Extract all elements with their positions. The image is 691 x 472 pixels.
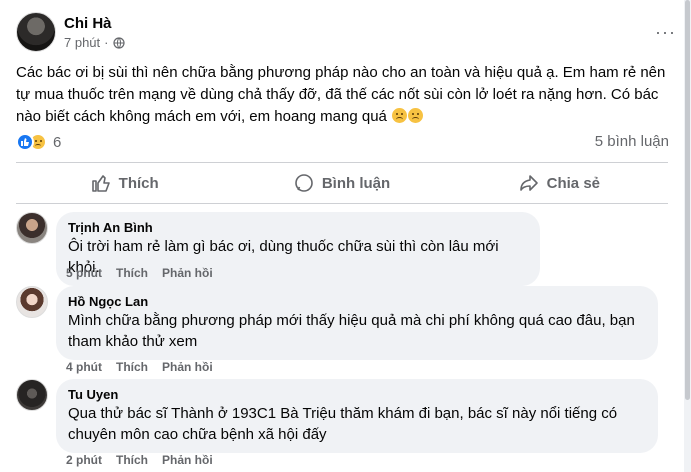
- post-meta: 7 phút ·: [64, 35, 125, 50]
- comment-like-link[interactable]: Thích: [116, 453, 148, 467]
- comment-time[interactable]: 4 phút: [66, 360, 102, 374]
- comment-reply-link[interactable]: Phản hồi: [162, 360, 213, 374]
- thumbs-up-icon: [91, 175, 110, 192]
- commenter-name[interactable]: Tu Uyen: [68, 386, 646, 403]
- globe-icon: [112, 36, 125, 49]
- comment-like-link[interactable]: Thích: [116, 360, 148, 374]
- comment-text: Mình chữa bằng phương pháp mới thấy hiệu…: [68, 312, 635, 350]
- comment-actions: 4 phút Thích Phản hồi: [66, 360, 213, 374]
- comment-count[interactable]: 5 bình luận: [595, 133, 669, 150]
- action-bar: Thích Bình luận Chia sẻ: [16, 163, 668, 203]
- post-text: Các bác ơi bị sùi thì nên chữa bằng phươ…: [16, 64, 666, 125]
- reaction-count: 6: [53, 133, 62, 151]
- author-name[interactable]: Chi Hà: [64, 15, 112, 32]
- comment-time[interactable]: 5 phút: [66, 266, 102, 280]
- post-body: Các bác ơi bị sùi thì nên chữa bằng phươ…: [16, 62, 676, 128]
- commenter-name[interactable]: Hồ Ngọc Lan: [68, 293, 646, 310]
- comment-reply-link[interactable]: Phản hồi: [162, 266, 213, 280]
- commenter-avatar[interactable]: [16, 212, 48, 244]
- post-card: Chi Hà 7 phút · ··· Các bác ơi bị sùi th…: [0, 0, 684, 472]
- like-label: Thích: [118, 174, 159, 192]
- comment-label: Bình luận: [321, 174, 391, 192]
- comment-time[interactable]: 2 phút: [66, 453, 102, 467]
- comment-bubble: Hồ Ngọc Lan Mình chữa bằng phương pháp m…: [56, 286, 658, 360]
- sad-emoji-icon: [392, 108, 408, 123]
- like-button[interactable]: Thích: [16, 163, 233, 203]
- comment-like-link[interactable]: Thích: [116, 266, 148, 280]
- share-label: Chia sẻ: [546, 174, 600, 192]
- sad-emoji-icon: [408, 108, 424, 123]
- share-button[interactable]: Chia sẻ: [451, 163, 668, 203]
- comment-actions: 2 phút Thích Phản hồi: [66, 453, 213, 467]
- share-icon: [519, 175, 538, 191]
- commenter-avatar[interactable]: [16, 286, 48, 318]
- comment-text: Qua thử bác sĩ Thành ở 193C1 Bà Triệu th…: [68, 405, 618, 443]
- post-time[interactable]: 7 phút: [64, 35, 100, 50]
- reaction-summary[interactable]: 6: [16, 132, 61, 152]
- scrollbar-thumb[interactable]: [685, 0, 690, 400]
- scrollbar-track[interactable]: [684, 0, 691, 472]
- commenter-name[interactable]: Trịnh An Bình: [68, 219, 528, 236]
- comment-icon: [295, 174, 313, 192]
- author-avatar[interactable]: [16, 12, 56, 52]
- comment-button[interactable]: Bình luận: [233, 163, 450, 203]
- divider: [16, 203, 668, 204]
- more-options-icon[interactable]: ···: [655, 22, 676, 43]
- commenter-avatar[interactable]: [16, 379, 48, 411]
- comment-reply-link[interactable]: Phản hồi: [162, 453, 213, 467]
- comment-actions: 5 phút Thích Phản hồi: [66, 266, 213, 280]
- like-reaction-icon: [16, 133, 34, 151]
- post-header: Chi Hà 7 phút · ···: [16, 12, 676, 54]
- comment-bubble: Tu Uyen Qua thử bác sĩ Thành ở 193C1 Bà …: [56, 379, 658, 453]
